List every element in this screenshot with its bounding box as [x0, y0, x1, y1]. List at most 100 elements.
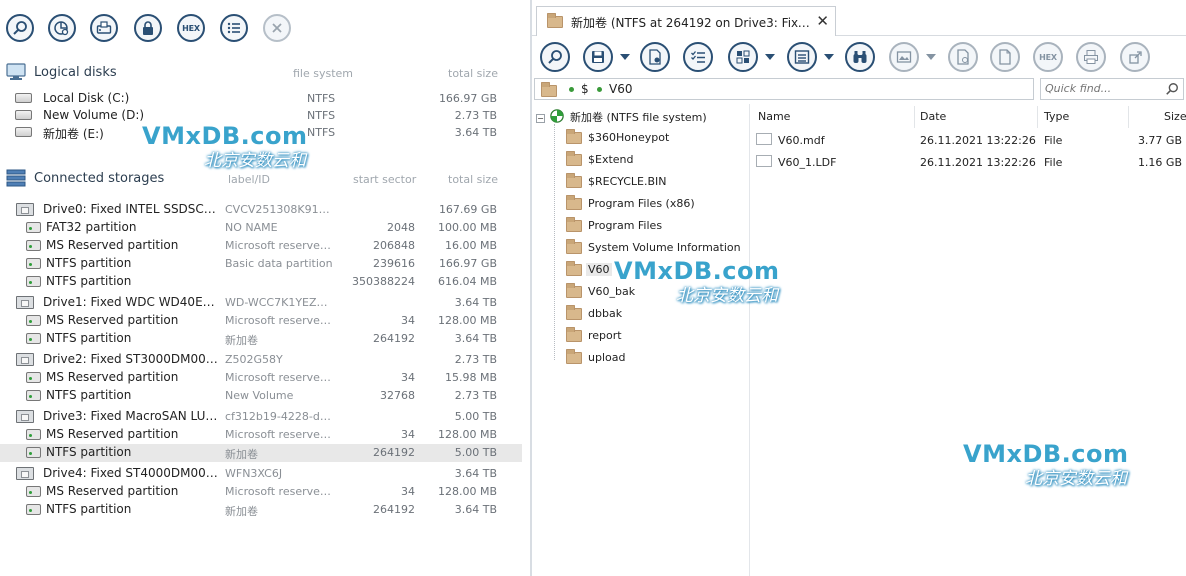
close-button[interactable] — [263, 14, 291, 42]
tree-folder-label: System Volume Information — [588, 241, 741, 254]
tree-folder[interactable]: System Volume Information — [562, 238, 748, 258]
drive-row[interactable]: Drive0: Fixed INTEL SSDSC2B... CVCV251308… — [0, 201, 522, 219]
partition-name: NTFS partition — [46, 445, 132, 459]
quick-find-box[interactable] — [1040, 78, 1184, 100]
quick-find-input[interactable] — [1045, 82, 1160, 95]
partition-name: MS Reserved partition — [46, 484, 179, 498]
checklist-button[interactable] — [683, 42, 713, 72]
create-image-button[interactable] — [90, 14, 118, 42]
file-map-button[interactable] — [948, 42, 978, 72]
partition-name: MS Reserved partition — [46, 313, 179, 327]
lock-button[interactable] — [134, 14, 162, 42]
tree-folder[interactable]: Program Files (x86) — [562, 194, 748, 214]
disk-file-system: NTFS — [307, 126, 336, 139]
breadcrumb-current[interactable]: V60 — [609, 82, 632, 96]
drive-row[interactable]: Drive1: Fixed WDC WD40EZR... WD-WCC7K1YEZ… — [0, 294, 522, 312]
logical-disk-row[interactable]: Local Disk (C:) NTFS 166.97 GB — [0, 90, 522, 108]
details-dropdown-icon[interactable] — [824, 54, 834, 60]
file-row[interactable]: V60_1.LDF 26.11.2021 13:22:26 File 1.16 GB — [752, 152, 1186, 172]
tab-close-icon[interactable]: ✕ — [816, 12, 829, 30]
volume-icon — [550, 109, 564, 123]
breadcrumb-root[interactable]: $ — [581, 82, 589, 96]
partition-row[interactable]: NTFS partition 新加卷 264192 5.00 TB — [0, 444, 522, 462]
tree-root[interactable]: − 新加卷 (NTFS file system) — [532, 106, 748, 126]
partition-row[interactable]: MS Reserved partition Microsoft reserved … — [0, 426, 522, 444]
storage-label: CVCV251308K9180... — [225, 203, 333, 216]
col-date[interactable]: Date — [920, 110, 946, 123]
tab-volume[interactable]: 新加卷 (NTFS at 264192 on Drive3: Fixed Mac… — [536, 6, 836, 36]
file-row[interactable]: V60.mdf 26.11.2021 13:22:26 File 3.77 GB — [752, 130, 1186, 150]
path-separator-icon — [597, 87, 602, 92]
partition-icon — [26, 333, 41, 344]
partition-name: MS Reserved partition — [46, 370, 179, 384]
storage-start-sector: 264192 — [373, 332, 415, 345]
tree-folder[interactable]: dbbak — [562, 304, 748, 324]
storage-label: Microsoft reserved ... — [225, 485, 333, 498]
partition-row[interactable]: NTFS partition 新加卷 264192 3.64 TB — [0, 330, 522, 348]
save-button[interactable] — [583, 42, 613, 72]
tree-folder[interactable]: $Extend — [562, 150, 748, 170]
column-divider[interactable] — [914, 106, 915, 128]
address-bar[interactable]: $ V60 — [534, 78, 1034, 100]
drive-row[interactable]: Drive4: Fixed ST4000DM004-2... WFN3XC6J 3.… — [0, 465, 522, 483]
column-divider[interactable] — [1037, 106, 1038, 128]
partition-row[interactable]: NTFS partition 350388224 616.04 MB — [0, 273, 522, 291]
tree-folder[interactable]: $360Honeypot — [562, 128, 748, 148]
tree-folder[interactable]: upload — [562, 348, 748, 368]
preview-dropdown-icon[interactable] — [926, 54, 936, 60]
search-icon[interactable] — [1165, 82, 1179, 96]
partition-row[interactable]: FAT32 partition NO NAME 2048 100.00 MB — [0, 219, 522, 237]
open-file-button[interactable] — [990, 42, 1020, 72]
file-name: V60.mdf — [778, 134, 825, 147]
partition-row[interactable]: NTFS partition Basic data partition 239616… — [0, 255, 522, 273]
list-button[interactable] — [220, 14, 248, 42]
storage-size: 167.69 GB — [438, 203, 497, 216]
tab-bar: 新加卷 (NTFS at 264192 on Drive3: Fixed Mac… — [532, 0, 1186, 36]
col-type[interactable]: Type — [1044, 110, 1069, 123]
print-button[interactable] — [1076, 42, 1106, 72]
view-mode-button[interactable] — [728, 42, 758, 72]
partition-row[interactable]: MS Reserved partition Microsoft reserved … — [0, 369, 522, 387]
drive-row[interactable]: Drive2: Fixed ST3000DM001-1... Z502G58Y 2.… — [0, 351, 522, 369]
partition-row[interactable]: MS Reserved partition Microsoft reserved … — [0, 237, 522, 255]
collapse-icon[interactable]: − — [536, 114, 545, 123]
partition-icon — [26, 390, 41, 401]
partition-row[interactable]: MS Reserved partition Microsoft reserved … — [0, 483, 522, 501]
partition-row[interactable]: MS Reserved partition Microsoft reserved … — [0, 312, 522, 330]
col-file-system: file system — [293, 67, 354, 80]
file-properties-button[interactable] — [640, 42, 670, 72]
partition-row[interactable]: NTFS partition 新加卷 264192 3.64 TB — [0, 501, 522, 519]
tree-folder[interactable]: report — [562, 326, 748, 346]
col-size[interactable]: Size — [1164, 110, 1186, 123]
disk-file-system: NTFS — [307, 92, 336, 105]
tree-folder[interactable]: $RECYCLE.BIN — [562, 172, 748, 192]
tree-folder-label: report — [588, 329, 622, 342]
disk-name: New Volume (D:) — [43, 108, 145, 122]
storage-label: Z502G58Y — [225, 353, 283, 366]
save-dropdown-icon[interactable] — [620, 54, 630, 60]
storage-label: Microsoft reserved ... — [225, 314, 333, 327]
partition-row[interactable]: NTFS partition New Volume 32768 2.73 TB — [0, 387, 522, 405]
tree-folder-label: dbbak — [588, 307, 623, 320]
export-button[interactable] — [1120, 42, 1150, 72]
binoculars-button[interactable] — [845, 42, 875, 72]
storage-start-sector: 34 — [401, 485, 415, 498]
find-button[interactable] — [540, 42, 570, 72]
search-button[interactable] — [6, 14, 34, 42]
preview-button[interactable] — [889, 42, 919, 72]
hex-button[interactable]: HEX — [177, 14, 205, 42]
details-view-button[interactable] — [787, 42, 817, 72]
file-icon — [756, 133, 772, 145]
view-dropdown-icon[interactable] — [765, 54, 775, 60]
logical-disks-title: Logical disks — [34, 64, 117, 80]
checklist-icon — [691, 51, 705, 63]
drive-row[interactable]: Drive3: Fixed MacroSAN LU (S... cf312b19-… — [0, 408, 522, 426]
tree-folder[interactable]: Program Files — [562, 216, 748, 236]
watermark: VMxDB.com 北京安数云和 — [614, 257, 780, 306]
hex-view-button[interactable]: HEX — [1033, 42, 1063, 72]
col-name[interactable]: Name — [758, 110, 790, 123]
column-divider[interactable] — [1128, 106, 1129, 128]
file-type: File — [1044, 134, 1063, 147]
scan-button[interactable] — [48, 14, 76, 42]
logical-disks-header: Logical disks — [6, 62, 117, 82]
